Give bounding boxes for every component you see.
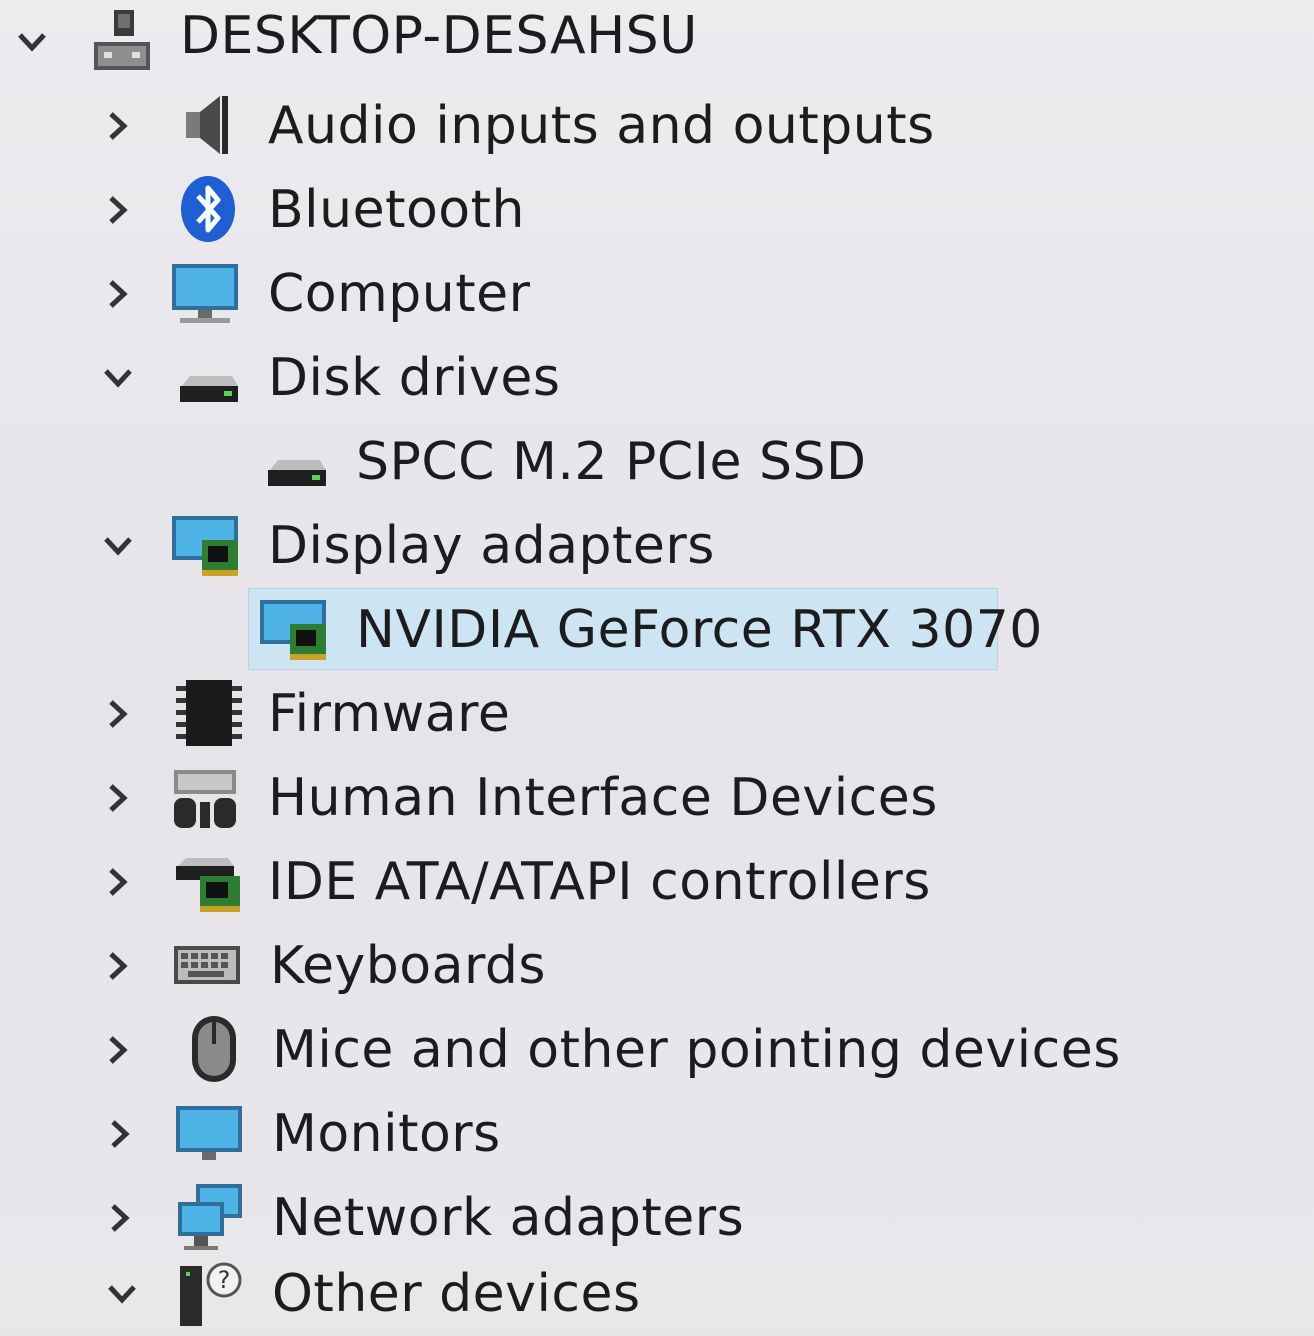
tree-item-mice[interactable]: Mice and other pointing devices [0, 1008, 1314, 1092]
chevron-right-icon[interactable] [102, 1200, 138, 1236]
svg-text:?: ? [218, 1266, 231, 1294]
chevron-right-icon[interactable] [100, 276, 136, 312]
tree-item-display-adapters[interactable]: Display adapters [0, 504, 1314, 588]
chevron-down-icon[interactable] [100, 360, 136, 396]
tree-item-bluetooth[interactable]: Bluetooth [0, 168, 1314, 252]
mouse-icon [180, 1014, 250, 1084]
tree-item-label: Bluetooth [268, 180, 525, 240]
computer-network-icon [88, 6, 158, 76]
monitor-icon [174, 1098, 244, 1168]
tree-item-label: Disk drives [268, 348, 561, 408]
tree-item-other-devices[interactable]: ? Other devices [0, 1252, 1314, 1336]
tree-item-network[interactable]: Network adapters [0, 1176, 1314, 1260]
device-manager-view: DESKTOP-DESAHSU Audio inputs and outputs [0, 0, 1314, 1326]
root-label: DESKTOP-DESAHSU [180, 6, 698, 66]
tree-item-audio[interactable]: Audio inputs and outputs [0, 84, 1314, 168]
tree-item-firmware[interactable]: Firmware [0, 672, 1314, 756]
display-adapter-icon [258, 594, 328, 664]
tree-item-nvidia[interactable]: NVIDIA GeForce RTX 3070 [0, 588, 1314, 672]
hid-icon [170, 762, 240, 832]
tree-item-label: NVIDIA GeForce RTX 3070 [356, 600, 1043, 660]
chevron-right-icon[interactable] [100, 1032, 136, 1068]
chevron-right-icon[interactable] [100, 948, 136, 984]
tree-item-label: Monitors [272, 1104, 501, 1164]
computer-icon [170, 258, 240, 328]
tree-item-label: Firmware [268, 684, 511, 744]
disk-drive-icon [174, 342, 244, 412]
tree-item-label: Audio inputs and outputs [268, 96, 935, 156]
tree-item-label: Network adapters [272, 1188, 745, 1248]
chevron-right-icon[interactable] [100, 780, 136, 816]
tree-item-monitors[interactable]: Monitors [0, 1092, 1314, 1176]
tree-item-label: Display adapters [268, 516, 715, 576]
chevron-right-icon[interactable] [102, 1116, 138, 1152]
tree-item-label: Other devices [272, 1264, 641, 1324]
chevron-down-icon[interactable] [14, 24, 50, 60]
tree-item-disk-drives[interactable]: Disk drives [0, 336, 1314, 420]
chevron-right-icon[interactable] [100, 696, 136, 732]
tree-item-label: SPCC M.2 PCIe SSD [356, 432, 867, 492]
tree-item-hid[interactable]: Human Interface Devices [0, 756, 1314, 840]
chip-icon [174, 678, 244, 748]
tree-item-label: IDE ATA/ATAPI controllers [268, 852, 931, 912]
tree-root[interactable]: DESKTOP-DESAHSU [0, 0, 1314, 84]
network-icon [176, 1182, 246, 1252]
unknown-device-icon: ? [176, 1258, 246, 1328]
tree-item-ide-controllers[interactable]: IDE ATA/ATAPI controllers [0, 840, 1314, 924]
chevron-right-icon[interactable] [100, 108, 136, 144]
tree-item-computer[interactable]: Computer [0, 252, 1314, 336]
keyboard-icon [172, 930, 242, 1000]
tree-item-ssd[interactable]: SPCC M.2 PCIe SSD [0, 420, 1314, 504]
bluetooth-icon [174, 174, 244, 244]
display-adapter-icon [170, 510, 240, 580]
disk-drive-icon [262, 426, 332, 496]
chevron-down-icon[interactable] [104, 1276, 140, 1312]
chevron-right-icon[interactable] [100, 192, 136, 228]
speaker-icon [176, 90, 246, 160]
ide-controller-icon [174, 846, 244, 916]
tree-item-label: Mice and other pointing devices [272, 1020, 1121, 1080]
chevron-right-icon[interactable] [100, 864, 136, 900]
chevron-down-icon[interactable] [100, 528, 136, 564]
tree-item-label: Keyboards [270, 936, 547, 996]
tree-item-keyboards[interactable]: Keyboards [0, 924, 1314, 1008]
tree-item-label: Human Interface Devices [268, 768, 938, 828]
tree-item-label: Computer [268, 264, 531, 324]
